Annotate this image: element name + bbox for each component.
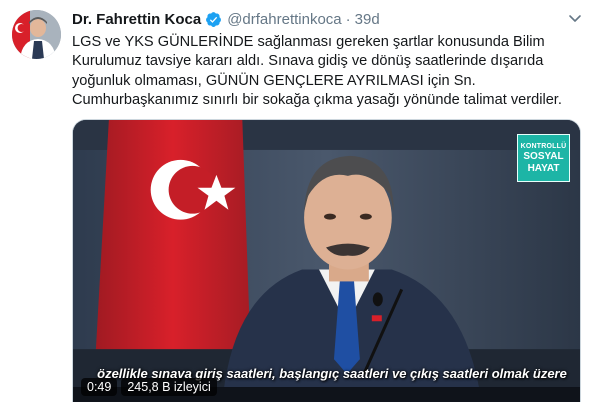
user-handle[interactable]: @drfahrettinkoca [227,11,341,28]
avatar-photo [12,10,61,59]
tweet-text: LGS ve YKS GÜNLERİNDE sağlanması gereken… [72,33,587,111]
video-duration: 0:49 [81,378,118,396]
logo-line: SOSYAL [523,150,564,162]
tweet[interactable]: Dr. Fahrettin Koca @drfahrettinkoca · 39… [0,0,596,402]
video-meta: 0:49 245,8 B izleyici [81,377,217,397]
chevron-down-icon[interactable] [567,10,583,26]
tweet-header: Dr. Fahrettin Koca @drfahrettinkoca · 39… [72,9,380,29]
video-frame [73,120,580,402]
view-count: 245,8 B izleyici [121,378,217,396]
verified-badge-icon [205,11,222,28]
separator-dot: · [345,10,351,28]
display-name[interactable]: Dr. Fahrettin Koca [72,11,201,28]
tweet-text-line: yoğunluk olmaması, GÜNÜN GENÇLERE AYRILM… [72,72,476,89]
logo-line: KONTROLLÜ [520,142,567,150]
tweet-text-line: Kurulumuz tavsiye kararı aldı. Sınava gi… [72,53,544,70]
logo-line: HAYAT [527,162,560,174]
tweet-timestamp[interactable]: 39d [355,11,380,28]
tweet-text-line: Cumhurbaşkanımız sınırlı bir sokağa çıkm… [72,92,562,109]
tweet-text-line: LGS ve YKS GÜNLERİNDE sağlanması gereken… [72,34,545,50]
avatar[interactable] [12,10,61,59]
kontrollu-sosyal-hayat-logo: KONTROLLÜ SOSYAL HAYAT [517,134,570,182]
video-player[interactable]: KONTROLLÜ SOSYAL HAYAT özellikle sınava … [72,119,581,402]
